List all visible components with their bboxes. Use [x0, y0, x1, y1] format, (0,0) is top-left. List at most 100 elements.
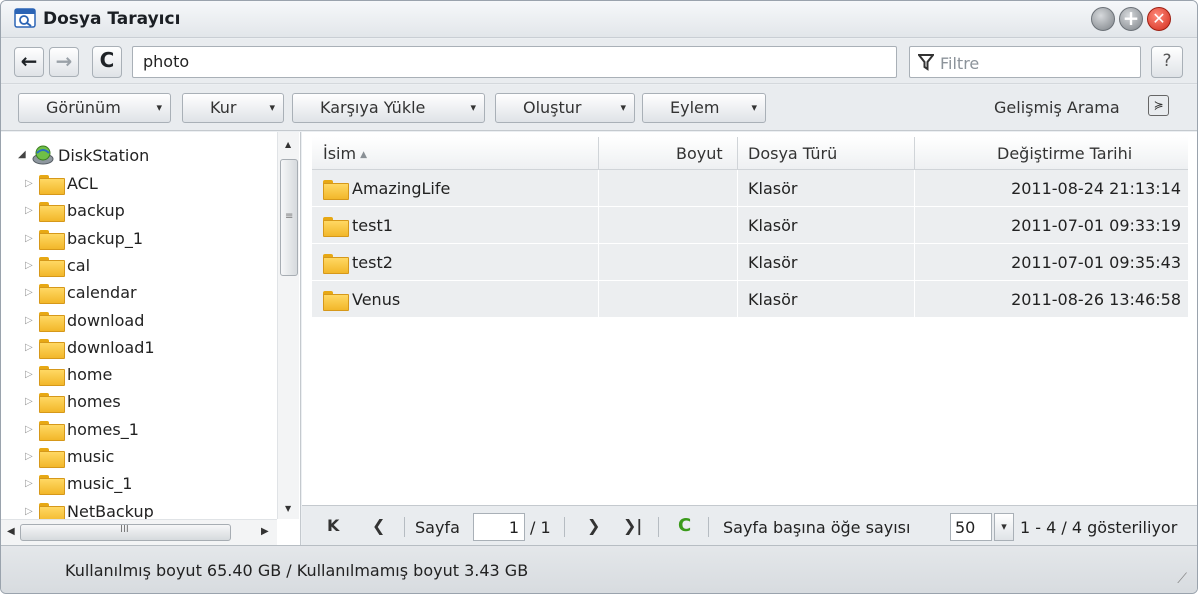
column-header-size[interactable]: Boyut — [676, 144, 723, 163]
tree-item[interactable]: ▷ download1 — [25, 336, 285, 362]
expand-arrow-icon[interactable]: ▷ — [25, 451, 33, 462]
file-grid: İsim ▲ Boyut Dosya Türü Değiştirme Tarihi… — [302, 132, 1197, 545]
column-header-modified[interactable]: Değiştirme Tarihi — [997, 144, 1132, 163]
pager-divider — [404, 517, 405, 537]
table-row[interactable]: AmazingLife Klasör 2011-08-24 21:13:14 — [312, 170, 1188, 207]
table-row[interactable]: test1 Klasör 2011-07-01 09:33:19 — [312, 207, 1188, 244]
tree-item-label: ACL — [67, 174, 98, 193]
advanced-search-link[interactable]: Gelişmiş Arama — [994, 98, 1120, 117]
tree-item-label: music_1 — [67, 474, 133, 494]
folder-icon — [39, 420, 65, 441]
status-bar: Kullanılmış boyut 65.40 GB / Kullanılmam… — [1, 545, 1197, 593]
tree-item[interactable]: ▷ music — [25, 445, 285, 471]
folder-tree: ◢ DiskStation ▷ ACL ▷ backup ▷ backup_1 ▷ cal ▷ c… — [1, 132, 301, 545]
cell-modified: 2011-07-01 09:33:19 — [1011, 216, 1181, 235]
tree-item[interactable]: ▷ backup_1 — [25, 227, 285, 253]
tree-item[interactable]: ▷ cal — [25, 254, 285, 280]
scroll-thumb[interactable]: III — [20, 524, 231, 541]
cell-modified: 2011-07-01 09:35:43 — [1011, 253, 1181, 272]
minimize-icon[interactable] — [1091, 7, 1115, 31]
tree-item[interactable]: ▷ calendar — [25, 281, 285, 307]
tree-item-label: cal — [67, 255, 91, 275]
path-input[interactable]: photo — [132, 46, 897, 78]
folder-icon — [39, 202, 65, 223]
expand-arrow-icon[interactable]: ▷ — [25, 178, 33, 189]
next-page-icon[interactable]: ❯ — [587, 516, 600, 535]
action-dropdown[interactable]: Eylem ▾ — [642, 93, 766, 123]
table-row[interactable]: Venus Klasör 2011-08-26 13:46:58 — [312, 281, 1188, 318]
create-dropdown[interactable]: Oluştur ▾ — [495, 93, 635, 123]
items-per-page-select[interactable]: 50 — [950, 513, 992, 541]
chevron-down-icon[interactable]: ▾ — [994, 513, 1014, 541]
back-button[interactable]: ← — [14, 47, 44, 77]
column-header-name[interactable]: İsim ▲ — [323, 144, 367, 163]
cell-type: Klasör — [748, 253, 798, 272]
tree-item[interactable]: ▷ ACL — [25, 172, 285, 198]
resize-grip-icon[interactable]: ⟋ — [1177, 571, 1187, 587]
tree-item[interactable]: ▷ backup — [25, 199, 285, 225]
scroll-left-icon[interactable]: ◀ — [7, 526, 15, 537]
column-divider[interactable] — [914, 137, 915, 170]
tree-item[interactable]: ▷ homes — [25, 390, 285, 416]
window-title: Dosya Tarayıcı — [43, 9, 181, 29]
filter-input[interactable]: Filtre — [909, 46, 1141, 78]
scroll-up-icon[interactable]: ▲ — [285, 140, 291, 149]
refresh-button[interactable]: C — [92, 46, 122, 78]
expand-arrow-icon[interactable]: ▷ — [25, 424, 33, 435]
scroll-thumb[interactable]: ≡ — [280, 159, 298, 276]
dropdown-arrow-icon: ▾ — [156, 101, 162, 114]
cell-name: AmazingLife — [352, 179, 451, 198]
expand-arrow-icon[interactable]: ▷ — [25, 478, 33, 489]
expand-arrow-icon[interactable]: ▷ — [25, 396, 33, 407]
maximize-icon[interactable]: + — [1119, 7, 1143, 31]
tree-item[interactable]: ▷ music_1 — [25, 472, 285, 498]
cell-type: Klasör — [748, 179, 798, 198]
upload-dropdown[interactable]: Karşıya Yükle ▾ — [292, 93, 485, 123]
tree-item[interactable]: ▷ download — [25, 309, 285, 335]
tree-item-label: calendar — [67, 283, 137, 303]
close-icon[interactable]: ✕ — [1147, 7, 1171, 31]
expand-arrow-icon[interactable]: ▷ — [25, 342, 33, 353]
expand-down-icon[interactable]: ≽ — [1148, 95, 1169, 116]
scroll-down-icon[interactable]: ▼ — [285, 504, 291, 513]
tree-item-label: download1 — [67, 337, 155, 357]
expand-arrow-icon[interactable]: ▷ — [25, 260, 33, 271]
collapse-arrow-icon[interactable]: ◢ — [18, 149, 26, 160]
column-divider[interactable] — [737, 137, 738, 170]
column-divider — [914, 281, 915, 318]
column-divider — [598, 281, 599, 318]
expand-arrow-icon[interactable]: ▷ — [25, 233, 33, 244]
expand-arrow-icon[interactable]: ▷ — [25, 369, 33, 380]
first-page-icon[interactable]: K — [327, 516, 339, 535]
scroll-right-icon[interactable]: ▶ — [261, 526, 269, 537]
tree-item[interactable]: ▷ home — [25, 363, 285, 389]
expand-arrow-icon[interactable]: ▷ — [25, 205, 33, 216]
table-row[interactable]: test2 Klasör 2011-07-01 09:35:43 — [312, 244, 1188, 281]
last-page-icon[interactable]: ❯| — [623, 516, 642, 535]
previous-page-icon[interactable]: ❮ — [372, 516, 385, 535]
folder-icon — [39, 311, 65, 332]
tree-item[interactable]: ▷ homes_1 — [25, 418, 285, 444]
help-button[interactable]: ? — [1151, 46, 1183, 78]
column-divider — [737, 207, 738, 244]
expand-arrow-icon[interactable]: ▷ — [25, 287, 33, 298]
refresh-icon[interactable]: C — [678, 515, 691, 536]
tree-vertical-scrollbar[interactable]: ▲ ≡ ▼ — [277, 132, 299, 519]
page-number-input[interactable]: 1 — [473, 513, 525, 541]
view-dropdown[interactable]: Görünüm ▾ — [18, 93, 171, 123]
column-header-type[interactable]: Dosya Türü — [748, 144, 837, 163]
forward-button[interactable]: → — [49, 47, 79, 77]
expand-arrow-icon[interactable]: ▷ — [25, 315, 33, 326]
column-divider — [737, 281, 738, 318]
folder-icon — [39, 475, 65, 496]
folder-icon — [39, 448, 65, 468]
setup-dropdown[interactable]: Kur ▾ — [182, 93, 284, 123]
tree-horizontal-scrollbar[interactable]: ◀ III ▶ — [1, 519, 277, 545]
pagination-bar: K ❮ Sayfa 1 / 1 ❯ ❯| C Sayfa başına öğe … — [302, 505, 1197, 545]
column-divider[interactable] — [598, 137, 599, 170]
tree-item-label: backup — [67, 201, 125, 221]
folder-icon — [39, 175, 65, 195]
file-browser-window: Dosya Tarayıcı + ✕ ← → C photo Filtre ? … — [0, 0, 1198, 594]
cell-name: test2 — [352, 253, 393, 272]
expand-arrow-icon[interactable]: ▷ — [25, 506, 33, 517]
